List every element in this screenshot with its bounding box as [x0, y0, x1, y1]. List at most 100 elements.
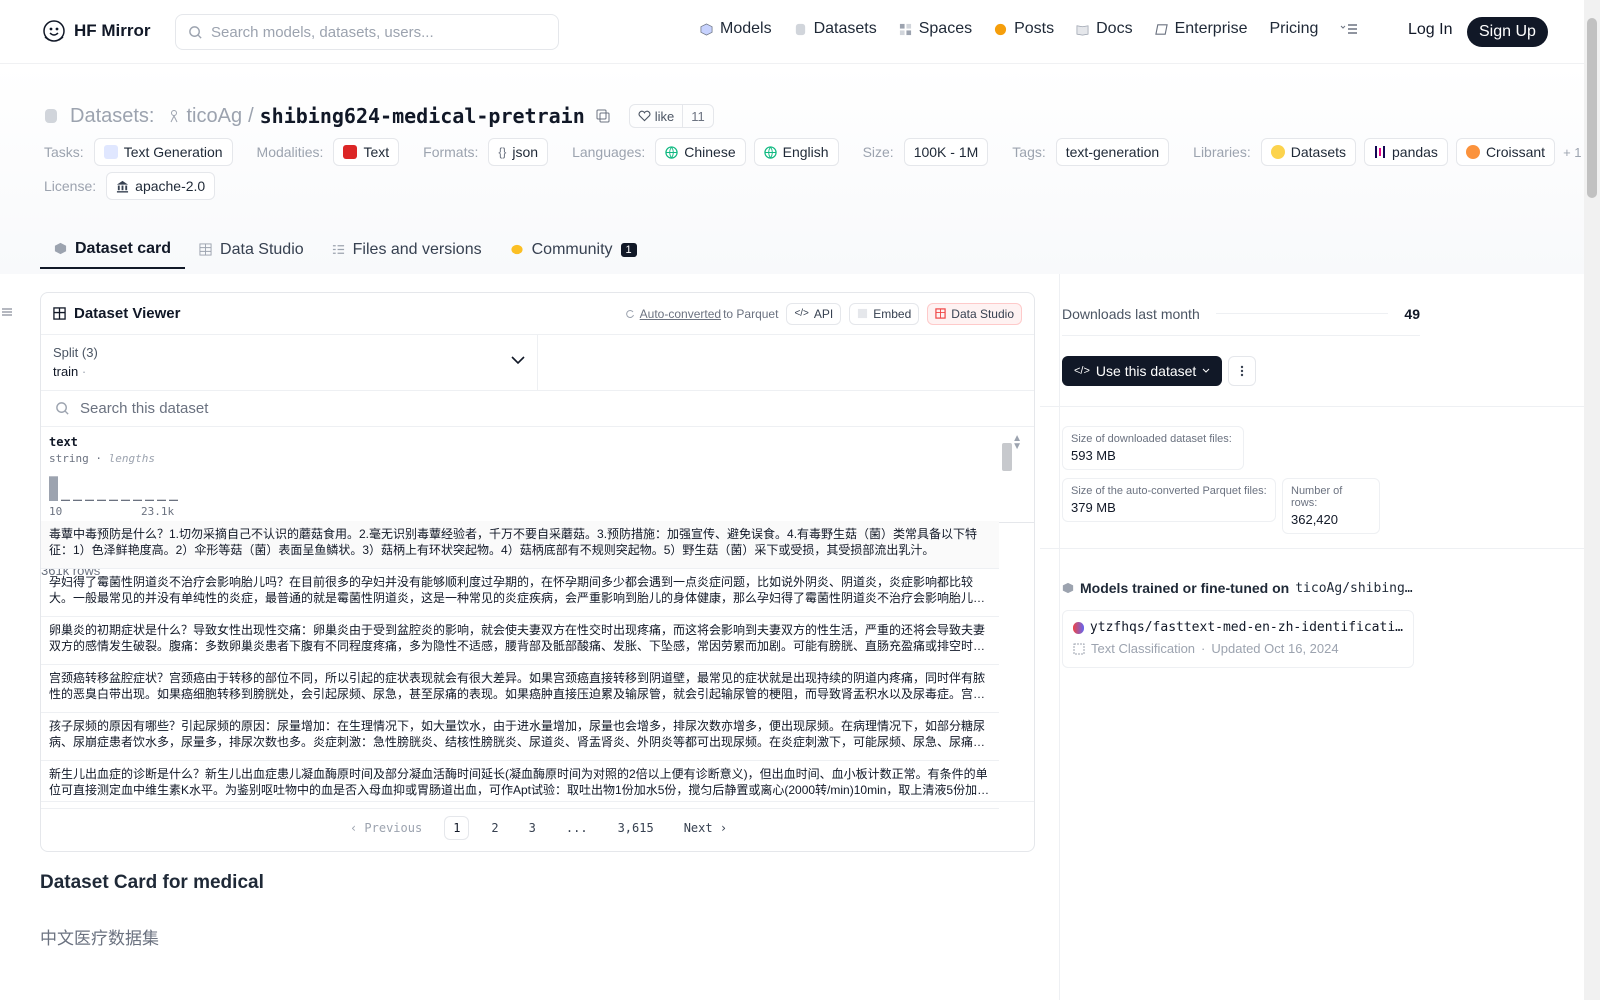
histogram-bar[interactable] — [85, 499, 94, 501]
histogram-bar[interactable] — [49, 476, 58, 501]
page-3-button[interactable]: 3 — [521, 817, 544, 839]
row-text: 孩子尿频的原因有哪些？引起尿频的原因：尿量增加：在生理情况下，如大量饮水，由于进… — [49, 719, 986, 749]
logo[interactable]: HF Mirror — [42, 19, 151, 43]
dataset-search-input[interactable] — [80, 400, 880, 417]
table-row[interactable]: 孕妇得了霉菌性阴道炎不治疗会影响胎儿吗？在目前很多的孕妇并没有能够顺利度过孕期的… — [41, 569, 999, 617]
more-options-button[interactable] — [1228, 356, 1256, 386]
table-row[interactable]: 宫颈癌转移盆腔症状？宫颈癌由于转移的部位不同，所以引起的症状表现就会有很大差异。… — [41, 665, 999, 713]
tab-community[interactable]: Community 1 — [496, 230, 651, 269]
histogram-bar[interactable] — [121, 499, 130, 501]
nav-posts[interactable]: Posts — [994, 20, 1054, 38]
table-row[interactable]: 毒蕈中毒预防是什么？1.切勿采摘自己不认识的蘑菇食用。2.毫无识别毒蕈经验者，千… — [41, 521, 999, 569]
page-2-button[interactable]: 2 — [483, 817, 506, 839]
table-row[interactable]: 孩子尿频的原因有哪些？引起尿频的原因：尿量增加：在生理情况下，如大量饮水，由于进… — [41, 713, 999, 761]
histogram-bar[interactable] — [145, 499, 154, 501]
repo-separator: / — [248, 104, 254, 127]
tag-library-pandas[interactable]: pandas — [1364, 138, 1448, 166]
page-last-button[interactable]: 3,615 — [610, 817, 662, 839]
next-page-button[interactable]: Next › — [676, 817, 735, 839]
nav-enterprise[interactable]: Enterprise — [1154, 20, 1247, 38]
stat-download-size: Size of downloaded dataset files: 593 MB — [1062, 426, 1244, 470]
globe-icon — [763, 145, 777, 159]
model-card[interactable]: ytzfhqs/fasttext-med-en-zh-identificati…… — [1062, 610, 1414, 668]
tag-language-chinese[interactable]: Chinese — [655, 138, 746, 166]
global-search[interactable] — [175, 14, 559, 50]
tag-generic[interactable]: text-generation — [1055, 138, 1170, 166]
table-row[interactable]: 卵巢炎的初期症状是什么？导致女性出现性交痛：卵巢炎由于受到盆腔炎的影响，就会使夫… — [41, 617, 999, 665]
rows-scrollbar[interactable] — [999, 427, 1015, 801]
histogram-bar[interactable] — [109, 499, 118, 501]
like-button[interactable]: like 11 — [628, 104, 714, 128]
split-selector[interactable]: Split (3) train · 361k rows — [41, 335, 538, 578]
row-text: 孕妇得了霉菌性阴道炎不治疗会影响胎儿吗？在目前很多的孕妇并没有能够顺利度过孕期的… — [49, 575, 974, 605]
scrollbar-thumb[interactable] — [1002, 443, 1012, 471]
text-modality-icon — [343, 145, 358, 159]
copy-icon[interactable] — [595, 108, 611, 124]
stat-download-size-label: Size of downloaded dataset files: — [1071, 433, 1232, 445]
table-icon — [199, 243, 212, 256]
tag-library-datasets[interactable]: Datasets — [1260, 138, 1356, 166]
stat-download-size-value: 593 MB — [1071, 448, 1116, 463]
tab-dataset-card[interactable]: Dataset card — [40, 230, 186, 269]
login-link[interactable]: Log In — [1408, 21, 1452, 39]
model-name[interactable]: ytzfhqs/fasttext-med-en-zh-identificati… — [1090, 620, 1403, 635]
histogram-bar[interactable] — [61, 499, 70, 501]
repo-name[interactable]: shibing624-medical-pretrain — [260, 104, 585, 128]
repo-type-label[interactable]: Datasets: — [70, 105, 154, 128]
use-dataset-button[interactable]: </> Use this dataset — [1062, 356, 1223, 386]
api-label: API — [813, 306, 834, 321]
nav-docs[interactable]: Docs — [1076, 20, 1133, 38]
row-text: 新生儿出血症的诊断是什么？新生儿出血症患儿凝血酶原时间及部分凝血活酶时间延长(凝… — [49, 767, 988, 797]
histogram-bar[interactable] — [97, 499, 106, 501]
code-icon: </> — [1074, 365, 1090, 377]
nav-pricing[interactable]: Pricing — [1269, 20, 1318, 38]
sidebar-toggle-icon[interactable] — [2, 306, 12, 316]
tag-size[interactable]: 100K - 1M — [903, 138, 989, 166]
tab-data-studio[interactable]: Data Studio — [185, 230, 318, 269]
auto-converted[interactable]: Auto-converted to Parquet — [625, 307, 778, 321]
nav-more-menu[interactable] — [1340, 22, 1358, 36]
nav-models[interactable]: Models — [700, 20, 772, 38]
tags-label: Tags: — [1012, 144, 1046, 160]
previous-page-button[interactable]: ‹ Previous — [342, 817, 430, 839]
more-tags-link[interactable]: + 1 — [1563, 145, 1581, 160]
signup-button[interactable]: Sign Up — [1467, 17, 1548, 47]
tag-library-croissant[interactable]: Croissant — [1455, 138, 1556, 166]
tag-generic-label: text-generation — [1065, 144, 1160, 160]
tag-language-english[interactable]: English — [753, 138, 839, 166]
stat-parquet-size-value: 379 MB — [1071, 500, 1116, 515]
tag-license[interactable]: apache-2.0 — [106, 172, 216, 200]
length-histogram[interactable] — [49, 475, 179, 503]
nav-datasets[interactable]: Datasets — [794, 20, 877, 38]
histogram-bar[interactable] — [133, 499, 142, 501]
column-stat-label: lengths — [108, 452, 155, 465]
auto-converted-link[interactable]: Auto-converted — [640, 307, 721, 321]
data-studio-button[interactable]: Data Studio — [927, 302, 1022, 325]
stat-row-count-label: Number of rows: — [1291, 485, 1343, 509]
nav-spaces[interactable]: Spaces — [899, 20, 972, 38]
tag-task[interactable]: Text Generation — [93, 138, 233, 166]
dataset-search[interactable] — [41, 391, 1034, 427]
histogram-bar[interactable] — [169, 499, 178, 501]
global-search-input[interactable] — [211, 23, 541, 41]
repo-org[interactable]: ticoAg — [186, 105, 242, 128]
nav-pricing-label: Pricing — [1269, 20, 1319, 37]
histogram-bar[interactable] — [73, 499, 82, 501]
tag-format[interactable]: {} json — [488, 138, 549, 166]
model-meta-separator: · — [1201, 641, 1206, 656]
model-name-row: ytzfhqs/fasttext-med-en-zh-identificati… — [1073, 620, 1403, 635]
repo-title: Datasets: ticoAg / shibing624-medical-pr… — [44, 104, 714, 128]
tag-modality[interactable]: Text — [333, 138, 400, 166]
page-scrollbar-thumb[interactable] — [1587, 18, 1597, 198]
page-scrollbar[interactable] — [1584, 0, 1600, 1000]
models-trained-target[interactable]: ticoAg/shibing… — [1295, 581, 1412, 596]
downloads-sparkline — [1215, 313, 1389, 314]
histogram-bar[interactable] — [157, 499, 166, 501]
embed-button[interactable]: Embed — [849, 302, 920, 325]
search-icon — [56, 402, 69, 415]
tab-files[interactable]: Files and versions — [318, 230, 496, 269]
column-type: string · lengths — [49, 452, 155, 465]
page-1-button[interactable]: 1 — [444, 815, 470, 840]
api-button[interactable]: </> API — [786, 302, 842, 325]
grid-icon — [899, 23, 911, 35]
